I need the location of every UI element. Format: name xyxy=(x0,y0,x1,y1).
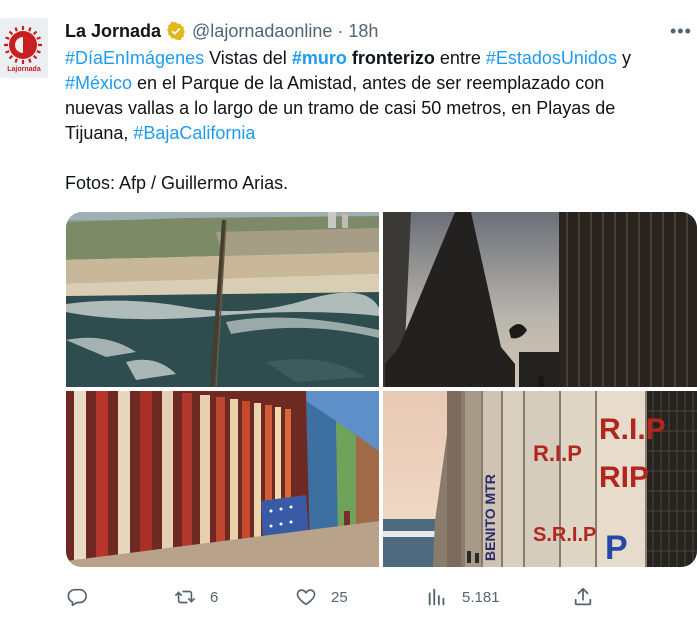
retweet-icon xyxy=(175,590,195,604)
reply-button[interactable] xyxy=(66,584,102,610)
author-handle[interactable]: @lajornadaonline xyxy=(192,21,332,42)
painted-p-text: P xyxy=(605,529,628,567)
tweet: Lajornada La Jornada @lajornadaonline · … xyxy=(0,0,697,627)
avatar-caption: Lajornada xyxy=(7,66,41,73)
painted-rip-text-2: RIP xyxy=(599,461,649,494)
author-name[interactable]: La Jornada xyxy=(65,21,161,42)
painted-rip-text-1: R.I.P xyxy=(599,413,666,446)
photo-credits: Fotos: Afp / Guillermo Arias. xyxy=(65,173,289,193)
photo-rip-fence[interactable]: R.I.P RIP P R.I.P S.R.I.P BENITO MTR xyxy=(383,391,697,567)
hashtag-mexico[interactable]: #México xyxy=(65,73,132,93)
separator-dot: · xyxy=(337,20,344,41)
photo-flag-painted-fence[interactable] xyxy=(66,391,379,567)
verified-badge-icon[interactable] xyxy=(166,21,186,41)
hashtag-bajacalifornia[interactable]: #BajaCalifornia xyxy=(133,123,255,143)
tweet-text-line-2: #México en el Parque de la Amistad, ante… xyxy=(65,71,695,96)
photo-grid: R.I.P RIP P R.I.P S.R.I.P BENITO MTR xyxy=(66,212,697,567)
text-segment: Vistas del xyxy=(204,48,292,68)
painted-rip-text-3: R.I.P xyxy=(533,441,582,466)
painted-srip-text: S.R.I.P xyxy=(533,524,596,546)
like-button[interactable]: 25 xyxy=(295,584,348,610)
tweet-text-line-3: nuevas vallas a lo largo de un tramo de … xyxy=(65,98,616,118)
hashtag-link[interactable]: #DíaEnImágenes xyxy=(65,48,204,68)
more-options-icon[interactable]: ••• xyxy=(670,21,694,41)
photo-aerial-beach-fence[interactable] xyxy=(66,212,379,387)
la-jornada-logo xyxy=(4,26,42,64)
like-count: 25 xyxy=(331,588,348,606)
tweet-header: La Jornada @lajornadaonline · 18h xyxy=(65,19,378,43)
photo-obelisk-silhouette[interactable] xyxy=(383,212,697,387)
text-segment: y xyxy=(616,48,631,68)
text-segment: entre xyxy=(434,48,486,68)
hashtag-link[interactable]: #muro xyxy=(292,48,347,68)
retweet-button[interactable]: 6 xyxy=(174,584,218,610)
tweet-text-line-1: #DíaEnImágenes Vistas del #muro fronteri… xyxy=(65,46,695,71)
views-count: 5.181 xyxy=(462,588,500,606)
hashtag-link[interactable]: #EstadosUnidos xyxy=(486,48,617,68)
share-upload-icon xyxy=(574,587,592,606)
share-button[interactable] xyxy=(572,584,594,610)
tweet-actions: 6 25 5.181 xyxy=(66,584,696,610)
tweet-text-line-4: Tijuana, #BajaCalifornia xyxy=(65,121,695,146)
text-segment: fronterizo xyxy=(346,48,435,68)
reply-icon xyxy=(67,588,87,607)
avatar[interactable]: Lajornada xyxy=(0,18,48,78)
timestamp[interactable]: 18h xyxy=(348,21,378,42)
views-chart-icon xyxy=(428,588,445,606)
text-segment: Tijuana, xyxy=(65,123,134,143)
painted-benito-text: BENITO MTR xyxy=(482,474,498,561)
tweet-text: #DíaEnImágenes Vistas del #muro fronteri… xyxy=(65,46,695,196)
views-button[interactable]: 5.181 xyxy=(426,584,500,610)
heart-icon xyxy=(296,589,316,606)
text-segment: en el Parque de la Amistad, antes de ser… xyxy=(132,73,605,93)
retweet-count: 6 xyxy=(210,588,219,606)
